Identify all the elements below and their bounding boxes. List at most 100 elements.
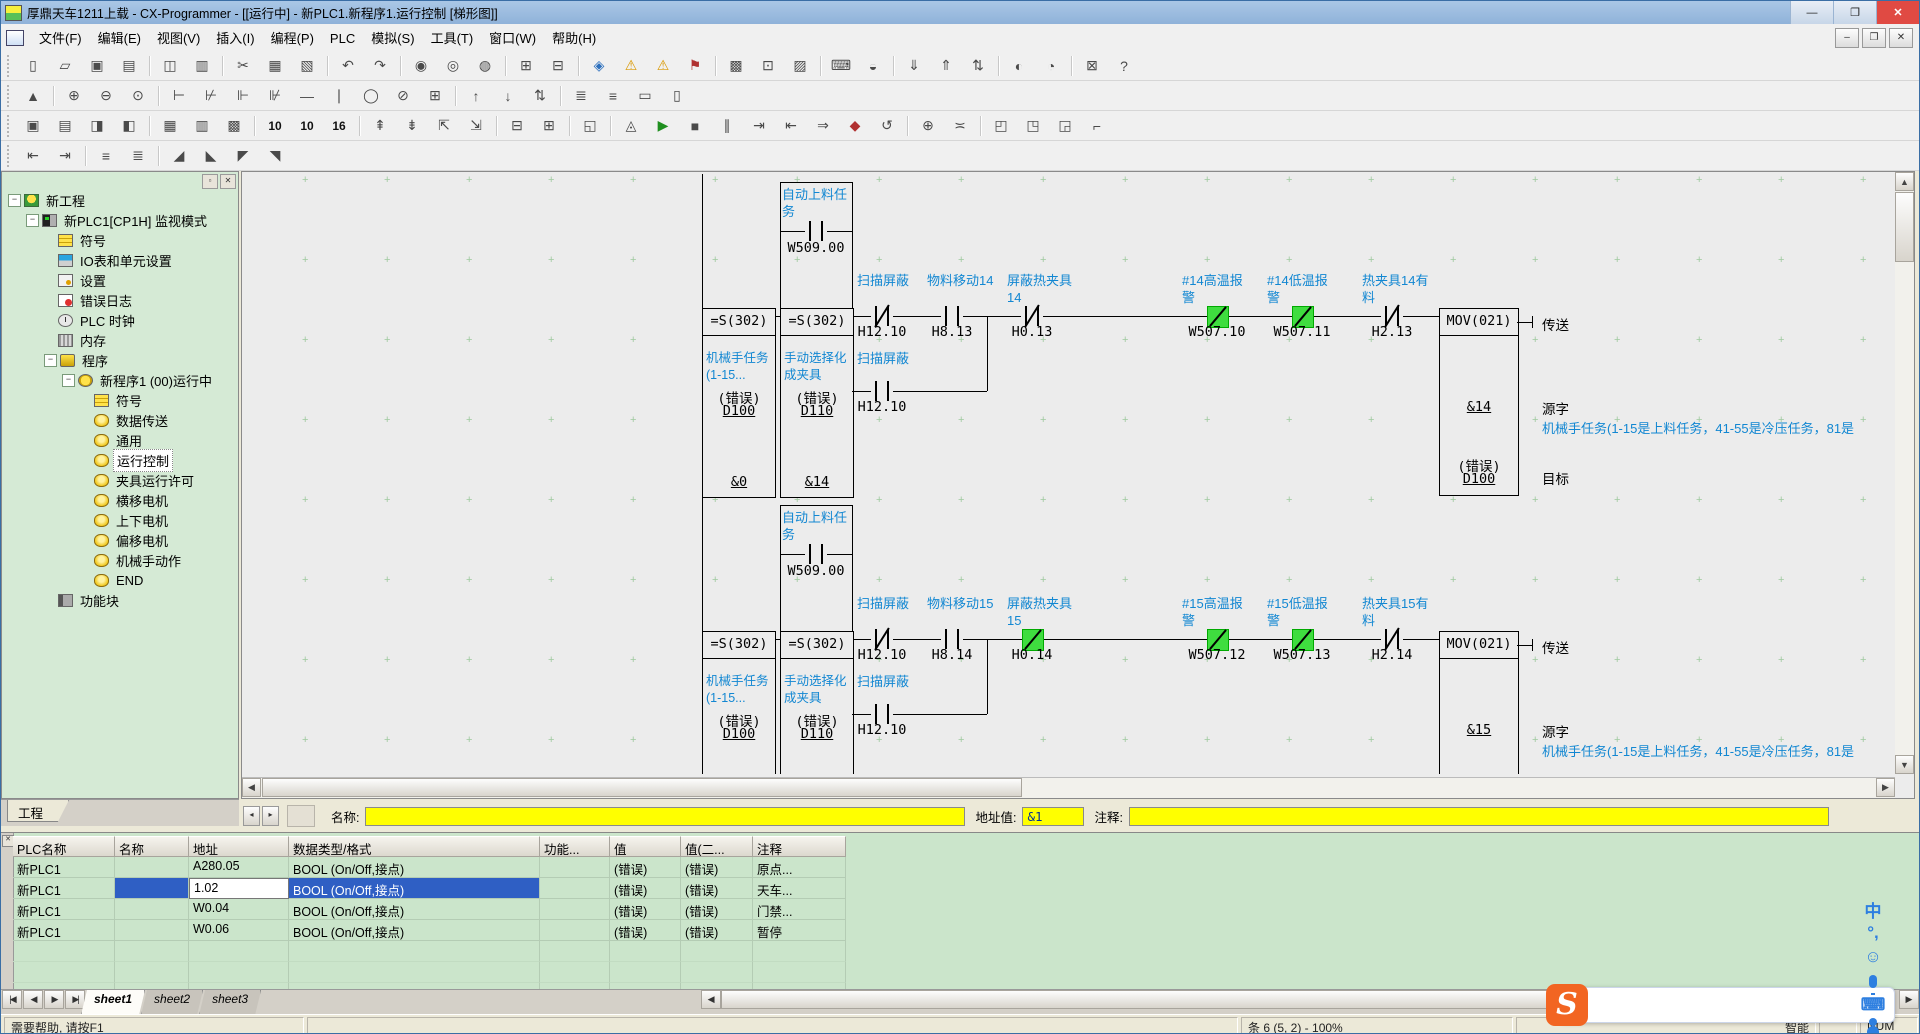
watch-cell[interactable]: 新PLC1 <box>13 857 115 878</box>
workspace-pin-icon[interactable]: ▫ <box>202 174 218 189</box>
tb-go-prev-icon[interactable]: ⇱ <box>429 113 459 139</box>
tree-item-12[interactable]: 数据传送 <box>113 410 171 431</box>
tb-simulator-icon[interactable]: ◱ <box>575 113 605 139</box>
menu-6[interactable]: PLC <box>322 28 363 49</box>
tb-function-block-icon[interactable]: ▯ <box>662 83 692 109</box>
watch-col-header[interactable]: 数据类型/格式 <box>289 836 540 857</box>
tb-align-detail-icon[interactable]: ≣ <box>123 143 153 169</box>
tb-new-icon[interactable]: ▯ <box>18 53 48 79</box>
table-row[interactable]: 新PLC1W0.06BOOL (On/Off,接点)(错误)(错误)暂停 <box>13 920 846 941</box>
tb-zoom-10b[interactable]: 10 <box>292 113 322 139</box>
tree-item-11[interactable]: 符号 <box>113 390 145 411</box>
tb-work-online-icon[interactable]: ⌨ <box>826 53 856 79</box>
tb-go-top-icon[interactable]: ⇞ <box>365 113 395 139</box>
watch-scroll-right-icon[interactable]: ▶ <box>1899 990 1919 1009</box>
tb-horizontal-line-icon[interactable]: — <box>292 83 322 109</box>
watch-cell[interactable]: BOOL (On/Off,接点) <box>289 857 540 878</box>
tree-item-8[interactable]: 内存 <box>77 330 109 351</box>
tb-online-edit-send-icon[interactable]: ◳ <box>1018 113 1048 139</box>
tree-expand-icon[interactable]: − <box>44 354 57 367</box>
tb-align-list-icon[interactable]: ≡ <box>91 143 121 169</box>
tb-find-icon[interactable]: ◉ <box>406 53 436 79</box>
tb-save-icon[interactable]: ▣ <box>82 53 112 79</box>
tb-warning-check-icon[interactable]: ⚠ <box>616 53 646 79</box>
watch-cell[interactable]: 暂停 <box>753 920 846 941</box>
tb-sim-step-over-icon[interactable]: ⇤ <box>776 113 806 139</box>
tb-mode-select-icon[interactable]: ◒ <box>858 53 888 79</box>
rung2-sblock1[interactable]: =S(302)机械手任务(1-15...(错误)D100&0 <box>702 631 776 774</box>
mdi-child-minimize-icon[interactable]: – <box>1835 28 1859 48</box>
ime-toolbar[interactable]: S 中°,☺⌨简∷ <box>1559 987 1895 1023</box>
tree-item-2[interactable]: 新PLC1[CP1H] 监视模式 <box>61 210 210 231</box>
watch-scroll-left-icon[interactable]: ◀ <box>701 990 721 1009</box>
rung1-sblock1[interactable]: =S(302)机械手任务(1-15...(错误)D100&0 <box>702 308 776 498</box>
ime-user-login-icon[interactable] <box>1860 1017 1886 1034</box>
tb-go-next-icon[interactable]: ⇲ <box>461 113 491 139</box>
tb-sim-online-icon[interactable]: ◬ <box>616 113 646 139</box>
mdi-child-restore-icon[interactable]: ❐ <box>1862 28 1886 48</box>
tree-item-6[interactable]: 错误日志 <box>77 290 135 311</box>
watch-cell[interactable]: (错误) <box>681 857 753 878</box>
tb-flag-icon[interactable]: ⚑ <box>680 53 710 79</box>
tb-copy-icon[interactable]: ▦ <box>260 53 290 79</box>
tab-last-icon[interactable]: ▶| <box>65 990 85 1009</box>
watch-cell[interactable]: (错误) <box>681 920 753 941</box>
tree-item-20[interactable]: END <box>113 572 146 589</box>
tb-rising-edge-icon[interactable]: ↑ <box>461 83 491 109</box>
tb-sim-pause-icon[interactable]: ∥ <box>712 113 742 139</box>
tb-cross-ref-2-icon[interactable]: ◣ <box>196 143 226 169</box>
tree-item-15[interactable]: 夹具运行许可 <box>113 470 197 491</box>
name-input[interactable] <box>365 807 965 826</box>
watch-cell[interactable] <box>540 899 610 920</box>
tb-clock-icon[interactable]: ◔ <box>1036 53 1066 79</box>
watch-cell[interactable]: (错误) <box>610 878 681 899</box>
tb-zoom-16[interactable]: 16 <box>324 113 354 139</box>
tb-open-icon[interactable]: ▱ <box>50 53 80 79</box>
tb-bookmark-1-icon[interactable]: ▣ <box>18 113 48 139</box>
rung2-branch-no-contact-icon[interactable] <box>805 544 827 564</box>
ladder-horizontal-scrollbar[interactable]: ◀ ▶ <box>242 777 1895 798</box>
watch-scroll-track[interactable] <box>721 990 1601 1009</box>
tb-falling-edge-icon[interactable]: ↓ <box>493 83 523 109</box>
tb-watch-window-icon[interactable]: ⊡ <box>753 53 783 79</box>
tb-print-icon[interactable]: ▤ <box>114 53 144 79</box>
rung1-mov-block[interactable]: MOV(021)&14(错误)D100 <box>1439 308 1519 496</box>
split-right-icon[interactable]: ▸ <box>262 806 279 826</box>
tb-monitor-view-icon[interactable]: ▩ <box>721 53 751 79</box>
menu-5[interactable]: 编程(P) <box>263 28 322 49</box>
menu-2[interactable]: 编辑(E) <box>90 28 149 49</box>
tb-bookmark-3-icon[interactable]: ◨ <box>82 113 112 139</box>
watch-cell[interactable]: W0.04 <box>189 899 289 920</box>
tb-bookmark-4-icon[interactable]: ◧ <box>114 113 144 139</box>
tb-grid-icon[interactable]: ⊞ <box>511 53 541 79</box>
tb-go-bottom-icon[interactable]: ⇟ <box>397 113 427 139</box>
tb-sim-grid-icon[interactable]: ⊞ <box>534 113 564 139</box>
watch-cell[interactable]: 新PLC1 <box>13 920 115 941</box>
tb-cross-ref-3-icon[interactable]: ◤ <box>228 143 258 169</box>
tb-view-ladder-icon[interactable]: ▩ <box>219 113 249 139</box>
tb-compile-icon[interactable]: ◈ <box>584 53 614 79</box>
tb-io-comment-icon[interactable]: ▨ <box>785 53 815 79</box>
tb-contact-nc-icon[interactable]: ⊬ <box>196 83 226 109</box>
tb-bookmark-2-icon[interactable]: ▤ <box>50 113 80 139</box>
watch-col-header[interactable]: 值 <box>610 836 681 857</box>
tb-print-preview-icon[interactable]: ◫ <box>155 53 185 79</box>
watch-col-header[interactable]: 地址 <box>189 836 289 857</box>
tb-sim-network-icon[interactable]: ⊟ <box>502 113 532 139</box>
menu-7[interactable]: 模拟(S) <box>363 28 422 49</box>
tb-online-edit-begin-icon[interactable]: ◰ <box>986 113 1016 139</box>
watch-col-header[interactable]: 注释 <box>753 836 846 857</box>
tb-options-icon[interactable]: ⊠ <box>1077 53 1107 79</box>
menu-3[interactable]: 视图(V) <box>149 28 208 49</box>
watch-cell[interactable] <box>115 920 189 941</box>
tree-expand-icon[interactable]: − <box>26 214 39 227</box>
menu-4[interactable]: 插入(I) <box>208 28 262 49</box>
watch-col-header[interactable]: 名称 <box>115 836 189 857</box>
tb-indent-right-icon[interactable]: ⇥ <box>50 143 80 169</box>
rung1-branch-no-contact-icon[interactable] <box>805 221 827 241</box>
rung1-contact3-nc-contact-icon[interactable] <box>1021 306 1043 326</box>
watch-cell[interactable]: 门禁... <box>753 899 846 920</box>
watch-cell[interactable]: 新PLC1 <box>13 899 115 920</box>
tb-search-ref-icon[interactable]: ◍ <box>470 53 500 79</box>
horizontal-scroll-thumb[interactable] <box>262 778 1022 797</box>
